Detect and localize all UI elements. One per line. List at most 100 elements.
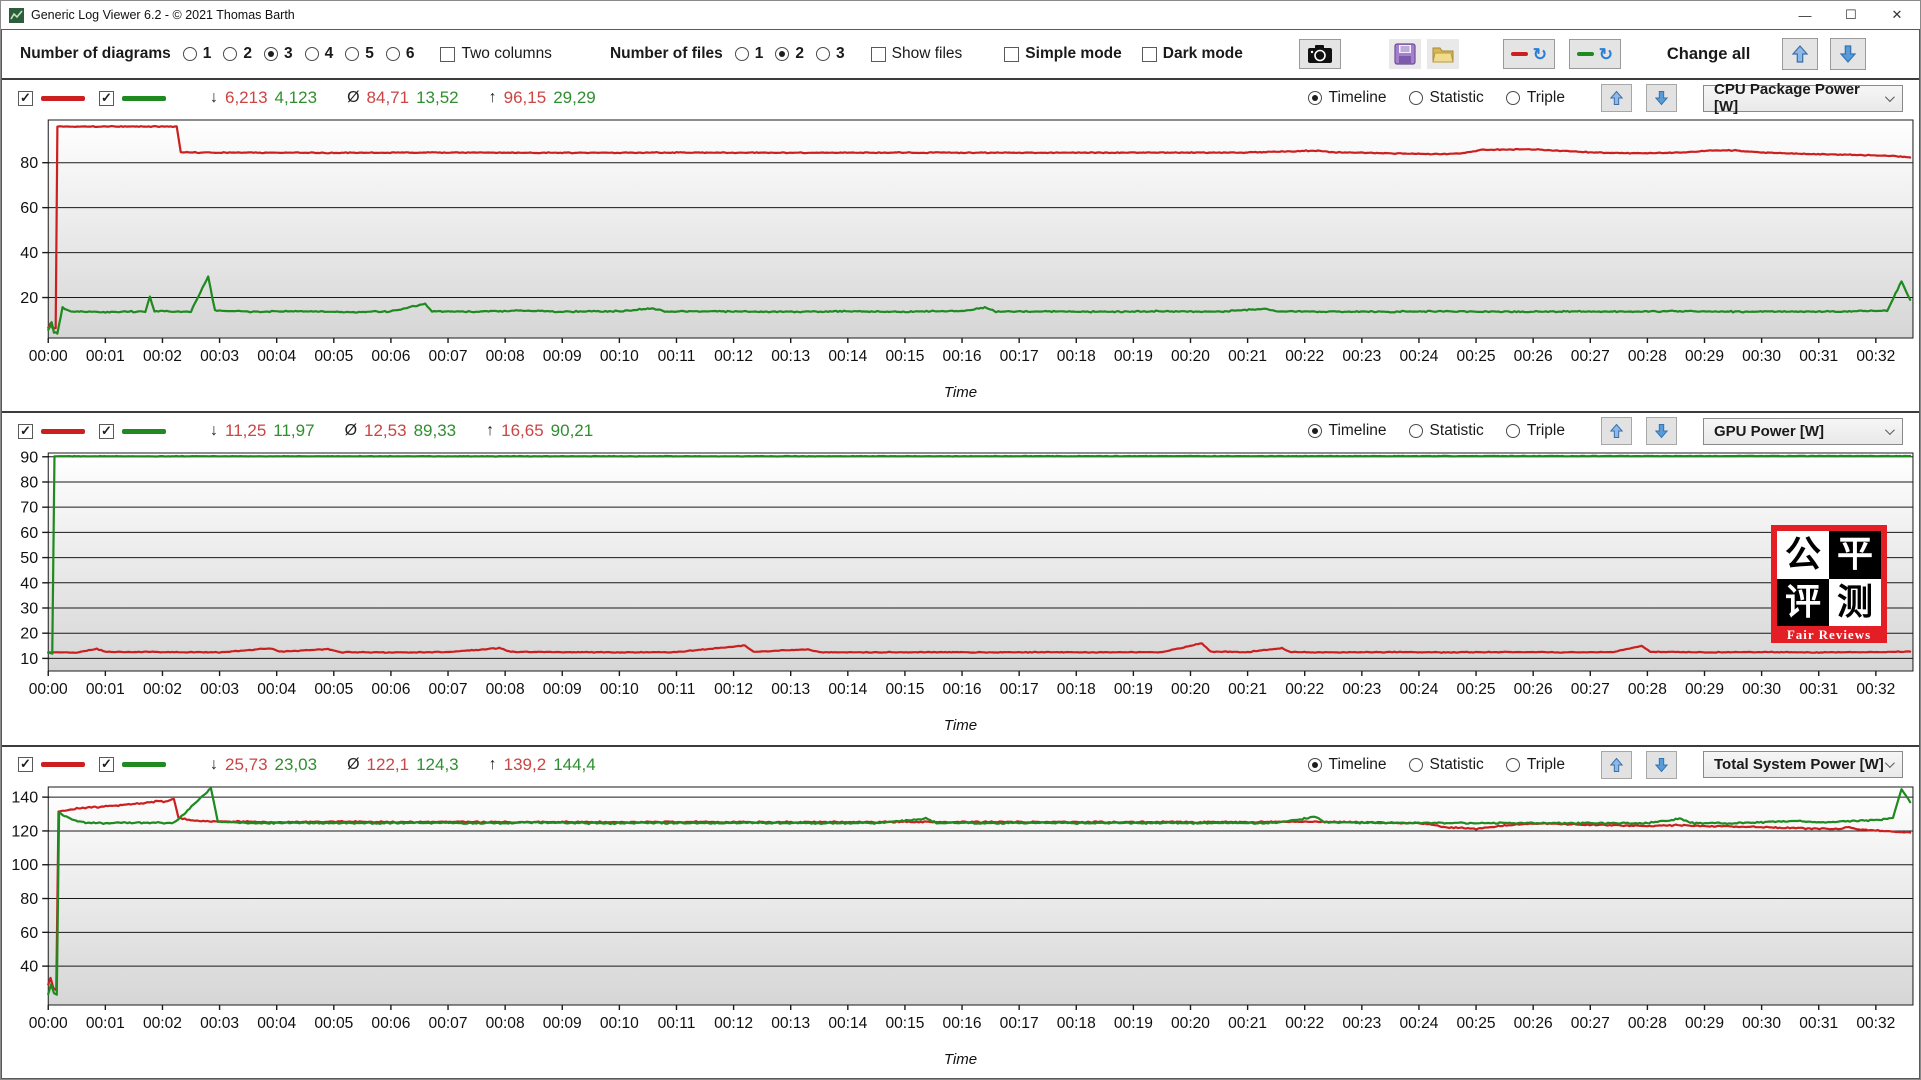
radio-icon[interactable] xyxy=(264,47,278,61)
radio-icon[interactable] xyxy=(1409,758,1423,772)
move-panel-down-button[interactable] xyxy=(1646,751,1677,779)
view-statistic-radio[interactable]: Statistic xyxy=(1409,756,1484,774)
svg-text:00:32: 00:32 xyxy=(1856,1015,1895,1032)
view-statistic-label: Statistic xyxy=(1430,89,1484,107)
view-triple-label: Triple xyxy=(1527,756,1565,774)
max-stat: ↑139,2144,4 xyxy=(489,755,596,775)
two-columns-checkbox[interactable]: ✓ Two columns xyxy=(440,45,551,63)
green-series-reload-button[interactable]: ↻ xyxy=(1569,39,1621,69)
diagrams-option-4[interactable]: 4 xyxy=(305,45,334,63)
checkbox-icon[interactable]: ✓ xyxy=(1004,47,1019,62)
radio-icon[interactable] xyxy=(305,47,319,61)
checkbox-icon[interactable]: ✓ xyxy=(871,47,886,62)
svg-text:00:01: 00:01 xyxy=(86,348,125,365)
metric-dropdown[interactable]: Total System Power [W] xyxy=(1703,751,1903,778)
svg-text:00:28: 00:28 xyxy=(1628,681,1667,698)
checkbox-icon[interactable]: ✓ xyxy=(1142,47,1157,62)
green-series-visible-checkbox[interactable]: ✓ xyxy=(99,424,114,439)
files-option-3[interactable]: 3 xyxy=(816,45,845,63)
svg-text:00:13: 00:13 xyxy=(771,681,810,698)
checkbox-icon[interactable]: ✓ xyxy=(440,47,455,62)
view-triple-label: Triple xyxy=(1527,422,1565,440)
view-triple-radio[interactable]: Triple xyxy=(1506,422,1565,440)
logo-char: 公 xyxy=(1777,531,1829,579)
red-series-visible-checkbox[interactable]: ✓ xyxy=(18,424,33,439)
dark-mode-label: Dark mode xyxy=(1163,45,1243,63)
green-series-visible-checkbox[interactable]: ✓ xyxy=(99,91,114,106)
maximize-button[interactable]: ☐ xyxy=(1828,1,1874,29)
show-files-checkbox[interactable]: ✓ Show files xyxy=(871,45,963,63)
radio-icon[interactable] xyxy=(1409,424,1423,438)
red-series-swatch xyxy=(41,429,85,434)
move-panel-down-button[interactable] xyxy=(1646,417,1677,445)
radio-icon[interactable] xyxy=(1506,424,1520,438)
view-timeline-radio[interactable]: Timeline xyxy=(1308,422,1387,440)
save-button[interactable] xyxy=(1389,39,1421,69)
view-statistic-radio[interactable]: Statistic xyxy=(1409,422,1484,440)
average-icon: Ø xyxy=(345,422,357,440)
move-panel-down-button[interactable] xyxy=(1646,84,1677,112)
svg-text:00:04: 00:04 xyxy=(257,348,296,365)
svg-text:00:26: 00:26 xyxy=(1514,681,1553,698)
panel-header: ✓ ✓ ↓25,7323,03 Ø122,1124,3 ↑139,2144,4 … xyxy=(2,747,1919,783)
view-timeline-radio[interactable]: Timeline xyxy=(1308,89,1387,107)
diagrams-option-2[interactable]: 2 xyxy=(223,45,252,63)
view-triple-radio[interactable]: Triple xyxy=(1506,89,1565,107)
svg-text:00:31: 00:31 xyxy=(1799,681,1838,698)
radio-icon[interactable] xyxy=(1506,91,1520,105)
title-bar[interactable]: Generic Log Viewer 6.2 - © 2021 Thomas B… xyxy=(1,1,1920,29)
diagrams-option-3[interactable]: 3 xyxy=(264,45,293,63)
two-columns-label: Two columns xyxy=(461,45,551,63)
view-triple-radio[interactable]: Triple xyxy=(1506,756,1565,774)
radio-icon[interactable] xyxy=(345,47,359,61)
average-icon: Ø xyxy=(347,89,359,107)
diagrams-option-5[interactable]: 5 xyxy=(345,45,374,63)
radio-icon[interactable] xyxy=(1308,424,1322,438)
diagrams-option-label: 3 xyxy=(284,45,293,63)
screenshot-button[interactable] xyxy=(1299,39,1341,69)
cpu-power-chart[interactable]: 2040608000:0000:0100:0200:0300:0400:0500… xyxy=(2,116,1919,384)
minimize-button[interactable]: — xyxy=(1782,1,1828,29)
arrow-up-icon xyxy=(1792,45,1808,63)
radio-icon[interactable] xyxy=(735,47,749,61)
radio-icon[interactable] xyxy=(775,47,789,61)
svg-text:00:00: 00:00 xyxy=(29,348,68,365)
green-series-visible-checkbox[interactable]: ✓ xyxy=(99,757,114,772)
view-timeline-radio[interactable]: Timeline xyxy=(1308,756,1387,774)
files-option-1[interactable]: 1 xyxy=(735,45,764,63)
radio-icon[interactable] xyxy=(1409,91,1423,105)
dark-mode-checkbox[interactable]: ✓ Dark mode xyxy=(1142,45,1243,63)
min-green-value: 23,03 xyxy=(275,755,318,775)
radio-icon[interactable] xyxy=(223,47,237,61)
radio-icon[interactable] xyxy=(183,47,197,61)
total-system-power-chart[interactable]: 40608010012014000:0000:0100:0200:0300:04… xyxy=(2,783,1919,1051)
open-folder-button[interactable] xyxy=(1427,39,1459,69)
move-panel-up-button[interactable] xyxy=(1601,84,1632,112)
svg-text:00:10: 00:10 xyxy=(600,348,639,365)
files-option-2[interactable]: 2 xyxy=(775,45,804,63)
diagrams-option-1[interactable]: 1 xyxy=(183,45,212,63)
close-button[interactable]: ✕ xyxy=(1874,1,1920,29)
red-series-visible-checkbox[interactable]: ✓ xyxy=(18,757,33,772)
radio-icon[interactable] xyxy=(1308,758,1322,772)
simple-mode-checkbox[interactable]: ✓ Simple mode xyxy=(1004,45,1121,63)
svg-text:00:09: 00:09 xyxy=(543,681,582,698)
svg-text:00:19: 00:19 xyxy=(1114,348,1153,365)
move-panel-up-button[interactable] xyxy=(1601,417,1632,445)
change-all-down-button[interactable] xyxy=(1830,38,1866,70)
arrow-up-icon xyxy=(1610,757,1623,773)
radio-icon[interactable] xyxy=(816,47,830,61)
radio-icon[interactable] xyxy=(1308,91,1322,105)
radio-icon[interactable] xyxy=(1506,758,1520,772)
metric-dropdown[interactable]: GPU Power [W] xyxy=(1703,418,1903,445)
radio-icon[interactable] xyxy=(386,47,400,61)
change-all-up-button[interactable] xyxy=(1782,38,1818,70)
move-panel-up-button[interactable] xyxy=(1601,751,1632,779)
red-series-reload-button[interactable]: ↻ xyxy=(1503,39,1555,69)
diagrams-option-6[interactable]: 6 xyxy=(386,45,415,63)
metric-dropdown[interactable]: CPU Package Power [W] xyxy=(1703,85,1903,112)
svg-text:00:14: 00:14 xyxy=(828,348,867,365)
red-series-visible-checkbox[interactable]: ✓ xyxy=(18,91,33,106)
view-statistic-radio[interactable]: Statistic xyxy=(1409,89,1484,107)
gpu-power-chart[interactable]: 10203040506070809000:0000:0100:0200:0300… xyxy=(2,449,1919,717)
